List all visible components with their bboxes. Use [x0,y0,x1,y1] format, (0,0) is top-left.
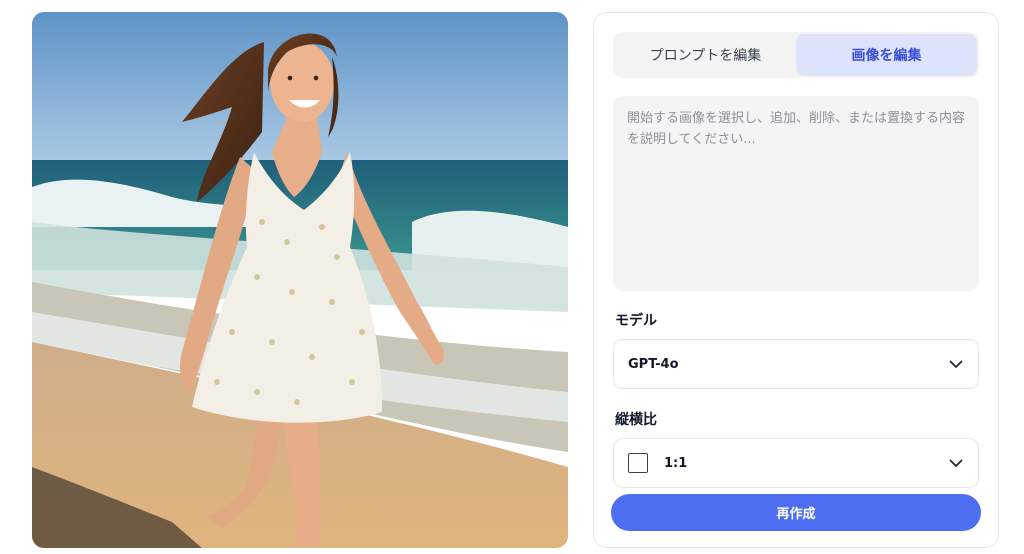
aspect-ratio-label: 縦横比 [615,412,657,428]
app-root: プロンプトを編集 画像を編集 モデル GPT-4o 縦横比 1:1 再作成 [0,0,1024,554]
beach-photo [32,12,568,548]
model-selected-value: GPT-4o [628,356,679,372]
edit-mode-tabs: プロンプトを編集 画像を編集 [613,32,979,78]
aspect-ratio-select[interactable]: 1:1 [613,438,979,488]
model-select[interactable]: GPT-4o [613,339,979,389]
chevron-down-icon [949,459,963,467]
editor-panel: プロンプトを編集 画像を編集 モデル GPT-4o 縦横比 1:1 再作成 [593,12,999,548]
tab-edit-prompt[interactable]: プロンプトを編集 [615,34,796,76]
model-label: モデル [615,313,657,329]
chevron-down-icon [949,360,963,368]
square-ratio-icon [628,453,648,473]
aspect-ratio-selected-value: 1:1 [664,455,688,471]
generated-image[interactable] [32,12,568,548]
edit-instructions-input[interactable] [613,96,979,291]
tab-edit-image[interactable]: 画像を編集 [796,34,977,76]
regenerate-button[interactable]: 再作成 [611,494,981,531]
